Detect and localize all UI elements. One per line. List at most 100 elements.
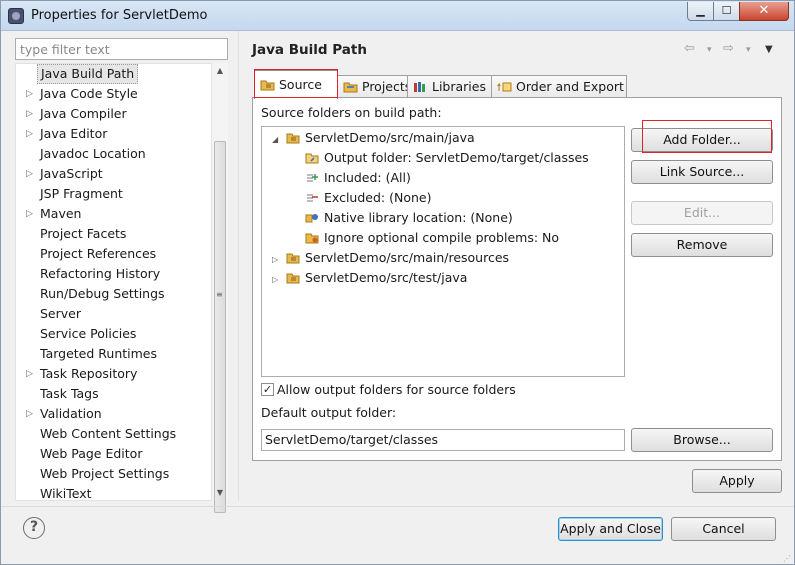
libraries-icon <box>414 82 425 92</box>
nav-tree-item[interactable]: Run/Debug Settings <box>40 284 165 304</box>
nav-tree-item[interactable]: Project References <box>40 244 156 264</box>
minimize-button[interactable]: ▁ <box>687 2 714 21</box>
tree-row-main-java[interactable]: ◢ ServletDemo/src/main/java <box>272 128 475 148</box>
expand-arrow-icon[interactable]: ▷ <box>26 164 34 184</box>
properties-dialog: Properties for ServletDemo ▁ ☐ ✕ Java Bu… <box>0 0 795 565</box>
tab-order-and-export[interactable]: Order and Export <box>491 75 627 98</box>
expand-arrow-icon[interactable]: ▷ <box>26 124 34 144</box>
inclusion-filter-icon <box>307 174 318 182</box>
nav-tree-item[interactable]: Web Project Settings <box>40 464 169 484</box>
nav-tree-item[interactable]: Java Editor <box>40 124 107 144</box>
native-library-icon <box>305 214 318 223</box>
scroll-down-icon[interactable]: ▼ <box>212 485 228 501</box>
apply-button[interactable]: Apply <box>692 469 782 493</box>
nav-tree-item[interactable]: Server <box>40 304 81 324</box>
expand-arrow-icon[interactable]: ▷ <box>26 204 34 224</box>
nav-tree-item[interactable]: JavaScript <box>40 164 103 184</box>
tree-row-ignore-problems[interactable]: Ignore optional compile problems: No <box>305 228 559 248</box>
view-menu-icon[interactable]: ▼ <box>765 44 773 55</box>
title-bar[interactable]: Properties for ServletDemo ▁ ☐ ✕ <box>1 1 794 31</box>
close-button[interactable]: ✕ <box>739 2 789 21</box>
back-arrow-icon[interactable]: ⇦ <box>684 41 695 56</box>
nav-tree-item[interactable]: Refactoring History <box>40 264 160 284</box>
source-folders-tree[interactable]: ◢ ServletDemo/src/main/java Output folde… <box>261 126 625 377</box>
allow-output-checkbox[interactable]: ✓ <box>261 383 274 396</box>
resize-grip-icon[interactable]: ⋰ <box>783 555 791 563</box>
edit-button[interactable]: Edit... <box>631 201 773 225</box>
source-folder-icon <box>286 253 300 264</box>
scroll-grip-icon: ≡ <box>216 290 223 299</box>
tab-order-label: Order and Export <box>516 79 624 94</box>
tab-libraries-label: Libraries <box>432 79 486 94</box>
nav-tree-item[interactable]: Targeted Runtimes <box>40 344 157 364</box>
maximize-button[interactable]: ☐ <box>713 2 740 21</box>
tab-source[interactable]: Source <box>254 70 338 99</box>
expand-arrow-icon[interactable]: ▷ <box>26 84 34 104</box>
forward-arrow-icon[interactable]: ⇨ <box>723 41 734 56</box>
projects-icon <box>343 82 358 93</box>
tree-row-test-java[interactable]: ▷ ServletDemo/src/test/java <box>272 268 467 288</box>
tree-label: Ignore optional compile problems: No <box>324 230 560 245</box>
nav-tree-item[interactable]: Java Build Path <box>37 64 139 84</box>
source-folder-icon <box>286 133 300 144</box>
nav-tree-item[interactable]: Service Policies <box>40 324 136 344</box>
expand-arrow-icon[interactable]: ▷ <box>26 364 34 384</box>
apply-and-close-button[interactable]: Apply and Close <box>558 517 663 541</box>
tree-label: ServletDemo/src/main/resources <box>304 250 510 265</box>
nav-tree-item[interactable]: Maven <box>40 204 81 224</box>
panel-divider[interactable] <box>238 31 239 501</box>
nav-tree-item[interactable]: Validation <box>40 404 102 424</box>
source-folder-icon <box>286 273 300 284</box>
filter-input[interactable] <box>15 38 228 60</box>
nav-tree-scrollbar[interactable]: ▲ ≡ ▼ <box>211 63 228 513</box>
output-folder-icon <box>305 153 319 164</box>
back-dropdown-icon[interactable]: ▾ <box>707 45 712 55</box>
nav-tree-item[interactable]: Java Code Style <box>40 84 138 104</box>
tree-row-main-resources[interactable]: ▷ ServletDemo/src/main/resources <box>272 248 509 268</box>
tree-label: Native library location: (None) <box>324 210 513 225</box>
nav-tree-item[interactable]: WikiText <box>40 484 92 500</box>
scroll-up-icon[interactable]: ▲ <box>212 63 228 79</box>
collapsed-arrow-icon[interactable]: ▷ <box>272 250 282 270</box>
expanded-arrow-icon[interactable]: ◢ <box>272 130 282 150</box>
tab-libraries[interactable]: Libraries <box>407 75 492 98</box>
tree-label: Output folder: ServletDemo/target/classe… <box>324 150 589 165</box>
exclusion-filter-icon <box>307 194 318 202</box>
collapsed-arrow-icon[interactable]: ▷ <box>272 270 282 290</box>
default-output-field[interactable]: ServletDemo/target/classes <box>261 429 625 451</box>
tree-label: Excluded: (None) <box>324 190 432 205</box>
expand-arrow-icon[interactable]: ▷ <box>26 404 34 424</box>
help-icon[interactable]: ? <box>23 517 45 539</box>
tree-row-native-library[interactable]: Native library location: (None) <box>305 208 513 228</box>
scroll-thumb[interactable] <box>214 141 226 513</box>
nav-tree-item[interactable]: Java Compiler <box>40 104 127 124</box>
expand-arrow-icon[interactable]: ▷ <box>26 104 34 124</box>
forward-dropdown-icon[interactable]: ▾ <box>746 45 751 55</box>
default-output-label: Default output folder: <box>261 405 397 420</box>
allow-output-label[interactable]: Allow output folders for source folders <box>277 382 516 397</box>
tree-row-output-folder[interactable]: Output folder: ServletDemo/target/classe… <box>305 148 589 168</box>
remove-button[interactable]: Remove <box>631 233 773 257</box>
link-source-button[interactable]: Link Source... <box>631 160 773 184</box>
nav-tree-item[interactable]: JSP Fragment <box>40 184 123 204</box>
property-pages-tree[interactable]: Java Build Path ▷ Java Code Style ▷ Java Com… <box>15 63 228 501</box>
ignore-problems-icon <box>305 233 319 244</box>
nav-tree-item[interactable]: Web Content Settings <box>40 424 176 444</box>
tree-row-excluded[interactable]: Excluded: (None) <box>305 188 431 208</box>
footer-separator <box>1 506 794 507</box>
nav-tree-item[interactable]: Project Facets <box>40 224 126 244</box>
browse-button[interactable]: Browse... <box>631 428 773 452</box>
nav-tree-item[interactable]: Web Page Editor <box>40 444 142 464</box>
nav-tree-item[interactable]: Task Tags <box>40 384 99 404</box>
source-folder-icon <box>260 80 275 91</box>
tree-label: ServletDemo/src/main/java <box>304 130 475 145</box>
tab-source-label: Source <box>279 77 322 92</box>
tree-row-included[interactable]: Included: (All) <box>305 168 411 188</box>
tree-label: ServletDemo/src/test/java <box>304 270 468 285</box>
nav-tree-item[interactable]: Javadoc Location <box>40 144 146 164</box>
tab-projects-label: Projects <box>362 79 412 94</box>
nav-tree-item[interactable]: Task Repository <box>40 364 137 384</box>
cancel-button[interactable]: Cancel <box>671 517 776 541</box>
tab-projects[interactable]: Projects <box>337 75 412 98</box>
add-folder-button[interactable]: Add Folder... <box>631 128 773 152</box>
